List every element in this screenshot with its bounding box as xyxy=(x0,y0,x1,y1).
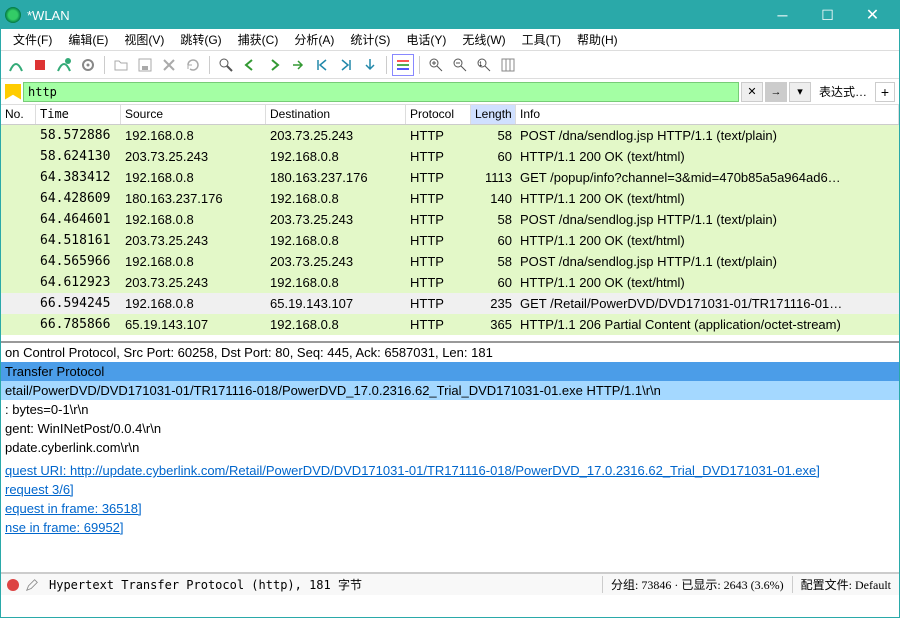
start-capture-icon[interactable] xyxy=(5,54,27,76)
table-row[interactable]: 66.78586665.19.143.107192.168.0.8HTTP365… xyxy=(1,314,899,335)
restart-capture-icon[interactable] xyxy=(53,54,75,76)
app-icon xyxy=(5,7,21,23)
menu-go[interactable]: 跳转(G) xyxy=(172,29,229,50)
col-time[interactable]: Time xyxy=(36,105,121,124)
detail-line[interactable]: on Control Protocol, Src Port: 60258, Ds… xyxy=(1,343,899,362)
table-row[interactable]: 66.594245192.168.0.865.19.143.107HTTP235… xyxy=(1,293,899,314)
expert-info-icon[interactable] xyxy=(7,579,19,591)
close-file-icon[interactable] xyxy=(158,54,180,76)
colorize-icon[interactable] xyxy=(392,54,414,76)
detail-line[interactable]: request 3/6] xyxy=(1,480,899,499)
menu-tools[interactable]: 工具(T) xyxy=(514,29,569,50)
filter-bar: ✕ → ▾ 表达式… + xyxy=(1,79,899,105)
status-profile[interactable]: 配置文件: Default xyxy=(792,576,899,593)
status-main: Hypertext Transfer Protocol (http), 181 … xyxy=(45,576,602,593)
go-back-icon[interactable] xyxy=(239,54,261,76)
zoom-out-icon[interactable] xyxy=(449,54,471,76)
table-row[interactable]: 64.612923203.73.25.243192.168.0.8HTTP60H… xyxy=(1,272,899,293)
table-row[interactable]: 64.464601192.168.0.8203.73.25.243HTTP58P… xyxy=(1,209,899,230)
col-info[interactable]: Info xyxy=(516,105,899,124)
col-length[interactable]: Length xyxy=(471,105,516,124)
toolbar: 1 xyxy=(1,51,899,79)
maximize-button[interactable]: ☐ xyxy=(805,1,850,29)
clear-filter-button[interactable]: ✕ xyxy=(741,82,763,102)
table-row[interactable]: 58.624130203.73.25.243192.168.0.8HTTP60H… xyxy=(1,146,899,167)
detail-line[interactable]: : bytes=0-1\r\n xyxy=(1,400,899,419)
go-first-icon[interactable] xyxy=(311,54,333,76)
col-no[interactable]: No. xyxy=(1,105,36,124)
capture-options-icon[interactable] xyxy=(77,54,99,76)
apply-filter-button[interactable]: → xyxy=(765,82,787,102)
expression-button[interactable]: 表达式… xyxy=(813,83,873,100)
reload-icon[interactable] xyxy=(182,54,204,76)
detail-line[interactable]: etail/PowerDVD/DVD171031-01/TR171116-018… xyxy=(1,381,899,400)
edit-icon[interactable] xyxy=(25,578,39,592)
add-filter-button[interactable]: + xyxy=(875,82,895,102)
bookmark-icon[interactable] xyxy=(5,84,21,100)
col-destination[interactable]: Destination xyxy=(266,105,406,124)
table-row[interactable]: 64.428609180.163.237.176192.168.0.8HTTP1… xyxy=(1,188,899,209)
menu-bar: 文件(F) 编辑(E) 视图(V) 跳转(G) 捕获(C) 分析(A) 统计(S… xyxy=(1,29,899,51)
menu-view[interactable]: 视图(V) xyxy=(116,29,172,50)
packet-list-body[interactable]: 58.572886192.168.0.8203.73.25.243HTTP58P… xyxy=(1,125,899,343)
packet-detail[interactable]: on Control Protocol, Src Port: 60258, Ds… xyxy=(1,343,899,573)
go-to-icon[interactable] xyxy=(287,54,309,76)
find-icon[interactable] xyxy=(215,54,237,76)
detail-line[interactable]: quest URI: http://update.cyberlink.com/R… xyxy=(1,461,899,480)
filter-history-button[interactable]: ▾ xyxy=(789,82,811,102)
display-filter-input[interactable] xyxy=(23,82,739,102)
menu-file[interactable]: 文件(F) xyxy=(5,29,60,50)
menu-analyze[interactable]: 分析(A) xyxy=(286,29,342,50)
stop-capture-icon[interactable] xyxy=(29,54,51,76)
resize-columns-icon[interactable] xyxy=(497,54,519,76)
window-title: *WLAN xyxy=(27,8,760,23)
status-bar: Hypertext Transfer Protocol (http), 181 … xyxy=(1,573,899,595)
separator xyxy=(104,56,105,74)
minimize-button[interactable]: ─ xyxy=(760,1,805,29)
auto-scroll-icon[interactable] xyxy=(359,54,381,76)
menu-help[interactable]: 帮助(H) xyxy=(569,29,626,50)
title-bar: *WLAN ─ ☐ ✕ xyxy=(1,1,899,29)
open-file-icon[interactable] xyxy=(110,54,132,76)
status-packets: 分组: 73846 · 已显示: 2643 (3.6%) xyxy=(602,576,792,593)
table-row[interactable]: 64.383412192.168.0.8180.163.237.176HTTP1… xyxy=(1,167,899,188)
col-source[interactable]: Source xyxy=(121,105,266,124)
separator xyxy=(419,56,420,74)
detail-line[interactable]: Transfer Protocol xyxy=(1,362,899,381)
detail-line[interactable]: equest in frame: 36518] xyxy=(1,499,899,518)
menu-stats[interactable]: 统计(S) xyxy=(342,29,398,50)
close-button[interactable]: ✕ xyxy=(850,1,895,29)
separator xyxy=(209,56,210,74)
table-row[interactable]: 64.565966192.168.0.8203.73.25.243HTTP58P… xyxy=(1,251,899,272)
detail-line[interactable]: pdate.cyberlink.com\r\n xyxy=(1,438,899,457)
save-file-icon[interactable] xyxy=(134,54,156,76)
menu-telephony[interactable]: 电话(Y) xyxy=(398,29,454,50)
packet-list-header: No. Time Source Destination Protocol Len… xyxy=(1,105,899,125)
col-protocol[interactable]: Protocol xyxy=(406,105,471,124)
menu-edit[interactable]: 编辑(E) xyxy=(60,29,116,50)
table-row[interactable]: 58.572886192.168.0.8203.73.25.243HTTP58P… xyxy=(1,125,899,146)
table-row[interactable]: 64.518161203.73.25.243192.168.0.8HTTP60H… xyxy=(1,230,899,251)
zoom-reset-icon[interactable]: 1 xyxy=(473,54,495,76)
go-last-icon[interactable] xyxy=(335,54,357,76)
packet-list[interactable]: No. Time Source Destination Protocol Len… xyxy=(1,105,899,343)
menu-wireless[interactable]: 无线(W) xyxy=(454,29,513,50)
menu-capture[interactable]: 捕获(C) xyxy=(230,29,287,50)
detail-line[interactable]: nse in frame: 69952] xyxy=(1,518,899,537)
go-forward-icon[interactable] xyxy=(263,54,285,76)
separator xyxy=(386,56,387,74)
detail-line[interactable]: gent: WinINetPost/0.0.4\r\n xyxy=(1,419,899,438)
zoom-in-icon[interactable] xyxy=(425,54,447,76)
